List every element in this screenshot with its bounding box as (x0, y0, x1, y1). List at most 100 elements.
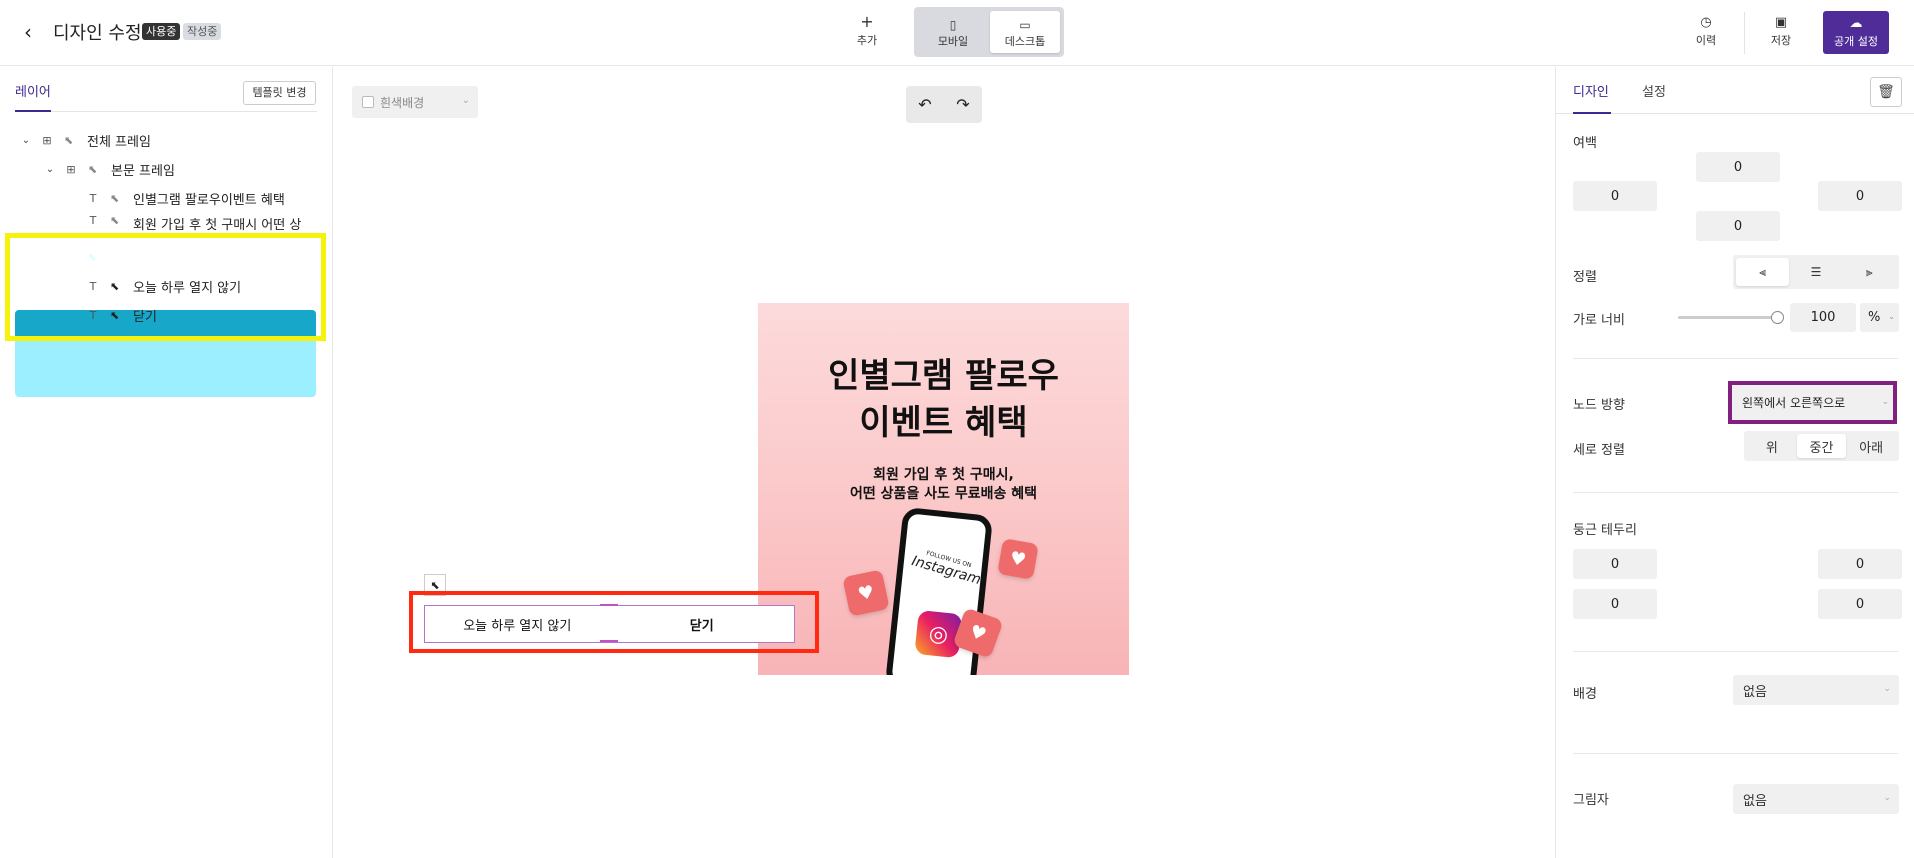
popup-title-line-1: 인별그램 팔로우 (828, 356, 1059, 396)
frame-icon: ⊞ (42, 133, 52, 147)
annotation-highlight-red (409, 591, 819, 653)
section-divider (1573, 651, 1898, 652)
margin-bottom-input[interactable]: 0 (1696, 211, 1780, 241)
heart-icon: ♥ (997, 538, 1039, 580)
tab-active-indicator (15, 110, 51, 112)
status-badge-draft: 작성중 (183, 23, 222, 40)
chevron-down-icon: ⌄ (461, 95, 470, 106)
history-button[interactable]: ◷ 이력 (1688, 14, 1724, 54)
mobile-label: 모바일 (937, 35, 969, 48)
background-select[interactable]: 없음 ⌄ (1733, 675, 1899, 705)
heart-icon: ♥ (842, 569, 890, 617)
change-template-button[interactable]: 템플릿 변경 (243, 81, 316, 105)
node-direction-label: 노드 방향 (1573, 398, 1625, 413)
chevron-down-icon: ⌄ (1888, 312, 1895, 321)
layer-label: 회원 가입 후 첫 구매시 어떤 상 (133, 218, 302, 232)
width-slider[interactable] (1678, 316, 1778, 319)
node-direction-select[interactable]: 왼쪽에서 오른쪽으로 ⌄ (1728, 381, 1897, 424)
layer-item-subtitle-text[interactable]: T ⬉ 회원 가입 후 첫 구매시 어떤 상 (86, 214, 302, 232)
shadow-label: 그림자 (1573, 793, 1609, 808)
clock-icon: ◷ (1700, 15, 1712, 30)
redo-icon[interactable]: ↷ (956, 95, 969, 114)
radius-bottom-right-input[interactable]: 0 (1818, 589, 1902, 619)
section-divider (1573, 492, 1898, 493)
undo-icon[interactable]: ↶ (918, 95, 931, 114)
width-label: 가로 너비 (1573, 313, 1625, 328)
app: ‹ 디자인 수정 사용중 작성중 + 추가 ▯ 모바일 ▭ 데스크톱 ◷ 이력 … (0, 0, 1914, 858)
align-center-icon[interactable]: ☰ (1789, 258, 1842, 286)
width-input[interactable]: 100 (1790, 303, 1856, 332)
align-right-icon[interactable]: ⫸ (1843, 258, 1896, 286)
text-icon: T (89, 191, 97, 205)
desktop-view-button[interactable]: ▭ 데스크톱 (990, 11, 1060, 53)
annotation-highlight-yellow (5, 233, 326, 341)
background-label: 배경 (1573, 687, 1597, 702)
align-label: 정렬 (1573, 270, 1597, 285)
background-option-select[interactable]: 흰색배경 ⌄ (352, 86, 478, 118)
layer-item-title-text[interactable]: T ⬉ 인별그램 팔로우이벤트 혜택 (86, 185, 285, 211)
save-button[interactable]: ▣ 저장 (1763, 14, 1799, 54)
radius-bottom-left-input[interactable]: 0 (1573, 589, 1657, 619)
layer-item-root-frame[interactable]: ⌄ ⊞ ⬉ 전체 프레임 (20, 127, 151, 153)
valign-bottom-button[interactable]: 아래 (1846, 434, 1896, 458)
tab-layers[interactable]: 레이어 (15, 81, 51, 100)
mobile-icon: ▯ (949, 18, 957, 32)
tab-settings[interactable]: 설정 (1642, 81, 1666, 100)
toolbar-divider (1744, 12, 1745, 54)
trash-icon[interactable]: 🗑 (1870, 77, 1902, 107)
cursor-icon: ⬉ (64, 133, 74, 147)
popup-subtitle[interactable]: 회원 가입 후 첫 구매시, 어떤 상품을 사도 무료배송 혜택 (758, 466, 1129, 504)
phone-text: FOLLOW US ON Instagram (910, 546, 984, 589)
chevron-down-icon: ⌄ (1883, 684, 1891, 694)
section-divider (1573, 753, 1898, 754)
back-arrow-icon[interactable]: ‹ (18, 20, 38, 44)
publish-settings-button[interactable]: ☁ 공개 설정 (1823, 11, 1889, 54)
chevron-down-icon[interactable]: ⌄ (44, 164, 56, 175)
chevron-down-icon: ⌄ (1881, 397, 1889, 407)
border-radius-label: 둥근 테두리 (1573, 523, 1637, 538)
popup-subtitle-line-1: 회원 가입 후 첫 구매시, (873, 467, 1014, 483)
design-canvas: 흰색배경 ⌄ ↶ ↷ 인별그램 팔로우 이벤트 혜택 회원 가입 후 첫 구매시… (334, 67, 1554, 858)
valign-middle-button[interactable]: 중간 (1796, 434, 1847, 458)
layers-panel: 레이어 템플릿 변경 ⌄ ⊞ ⬉ 전체 프레임 ⌄ ⊞ ⬉ 본문 프레임 T ⬉… (0, 67, 333, 858)
layer-item-body-frame[interactable]: ⌄ ⊞ ⬉ 본문 프레임 (44, 156, 175, 182)
save-label: 저장 (1770, 34, 1792, 47)
vertical-align-label: 세로 정렬 (1573, 443, 1625, 458)
status-badge-in-use: 사용중 (142, 23, 181, 40)
cloud-upload-icon: ☁ (1849, 16, 1863, 31)
width-unit: % (1868, 310, 1881, 325)
cursor-icon: ⬉ (110, 191, 120, 205)
margin-top-input[interactable]: 0 (1696, 152, 1780, 182)
shadow-value: 없음 (1743, 793, 1767, 809)
margin-right-input[interactable]: 0 (1818, 181, 1902, 211)
horizontal-align-group: ⫷ ☰ ⫸ (1733, 255, 1899, 289)
width-unit-select[interactable]: % ⌄ (1860, 303, 1899, 332)
layer-label: 전체 프레임 (87, 134, 151, 150)
radius-top-left-input[interactable]: 0 (1573, 549, 1657, 579)
mobile-view-button[interactable]: ▯ 모바일 (918, 11, 988, 53)
tab-active-indicator (1573, 112, 1611, 114)
desktop-label: 데스크톱 (1004, 35, 1046, 48)
chevron-down-icon[interactable]: ⌄ (20, 135, 32, 146)
chevron-down-icon: ⌄ (1883, 793, 1891, 803)
width-slider-handle[interactable] (1771, 311, 1784, 324)
publish-label: 공개 설정 (1834, 35, 1878, 48)
bg-option-label: 흰색배경 (380, 95, 425, 110)
radius-top-right-input[interactable]: 0 (1818, 549, 1902, 579)
margin-label: 여백 (1573, 136, 1597, 151)
add-button[interactable]: + 추가 (848, 12, 886, 54)
shadow-select[interactable]: 없음 ⌄ (1733, 784, 1899, 814)
valign-top-button[interactable]: 위 (1747, 434, 1797, 458)
popup-title[interactable]: 인별그램 팔로우 이벤트 혜택 (758, 353, 1129, 447)
align-left-icon[interactable]: ⫷ (1736, 258, 1790, 286)
tab-design[interactable]: 디자인 (1573, 81, 1609, 100)
popup-title-line-2: 이벤트 혜택 (859, 403, 1028, 443)
properties-panel: 디자인 설정 🗑 여백 0 0 0 0 정렬 ⫷ ☰ ⫸ 가로 너비 100 %… (1555, 67, 1914, 858)
frame-icon: ⊞ (66, 162, 76, 176)
margin-left-input[interactable]: 0 (1573, 181, 1657, 211)
layer-label: 인별그램 팔로우이벤트 혜택 (133, 192, 285, 208)
cursor-icon: ⬉ (110, 214, 120, 227)
save-icon: ▣ (1774, 15, 1788, 30)
white-bg-checkbox[interactable] (362, 96, 374, 108)
text-icon: T (89, 214, 97, 227)
